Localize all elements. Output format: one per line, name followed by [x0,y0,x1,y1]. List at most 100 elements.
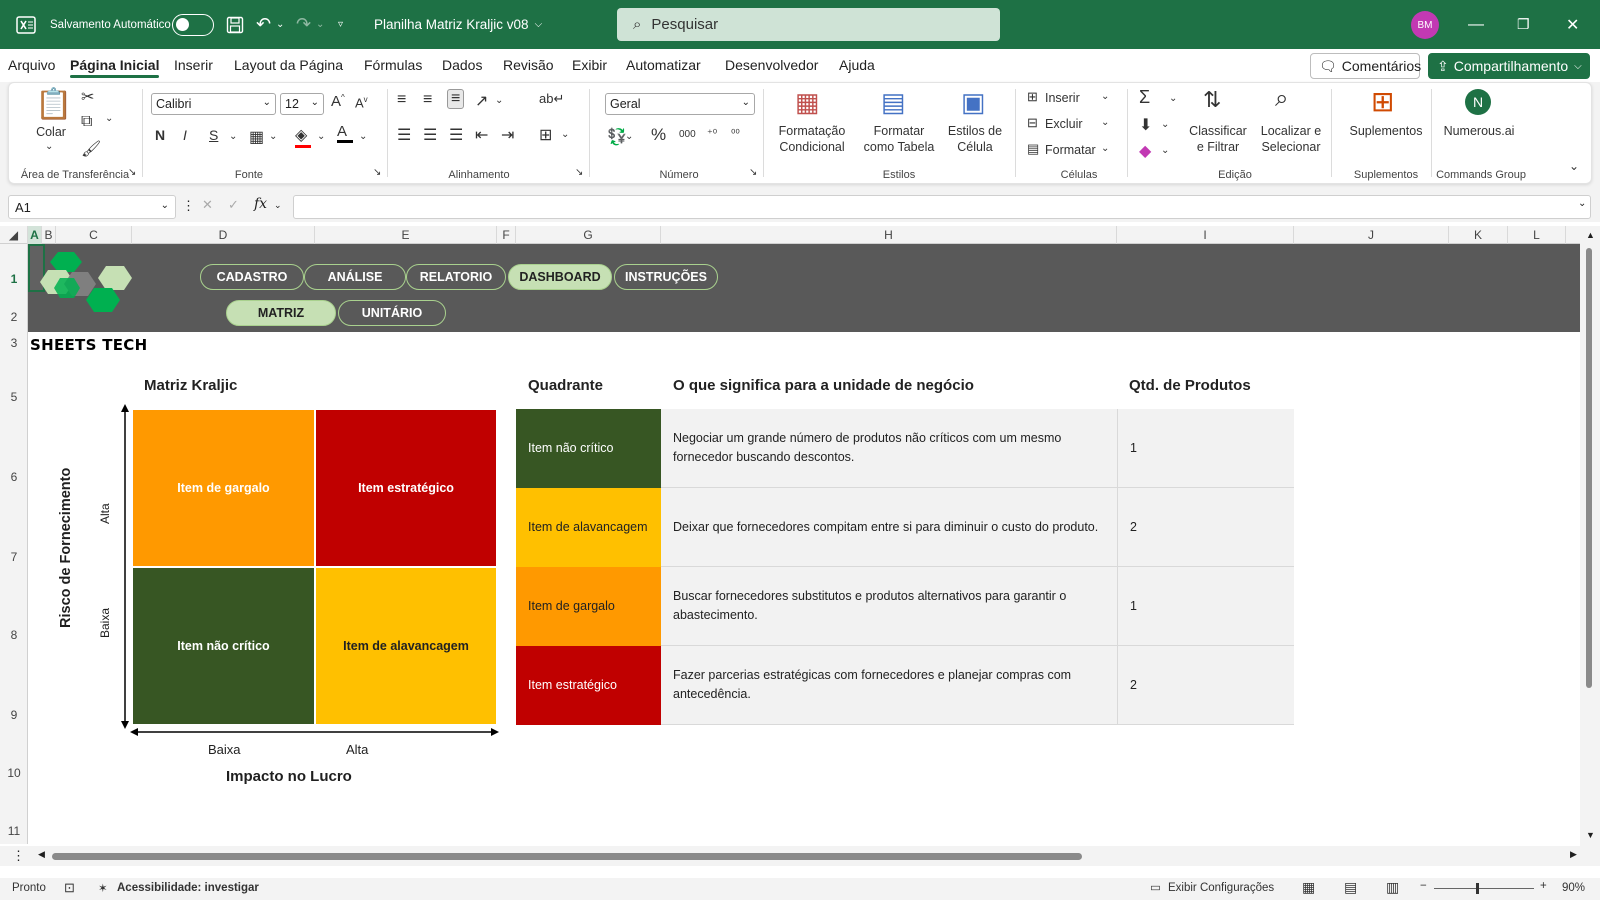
autosave-toggle[interactable] [172,0,214,49]
select-all-corner[interactable]: ◢ [0,226,28,244]
format-table-icon[interactable]: ▤ [881,87,906,118]
paste-icon[interactable]: 📋 [35,87,72,122]
macro-record-icon[interactable]: ⊡ [64,880,75,896]
cancel-icon[interactable]: ✕ [202,197,213,213]
decrease-font-icon[interactable]: Av [355,95,368,110]
cell-styles-icon[interactable]: ▣ [961,87,986,118]
merge-center-icon[interactable]: ⊞ [539,125,552,145]
decrease-indent-icon[interactable]: ⇤ [475,125,488,145]
increase-decimal-icon[interactable]: ⁺⁰ [707,127,717,140]
formula-input[interactable] [293,195,1591,219]
tab-exibir[interactable]: Exibir [572,57,607,73]
scroll-right-icon[interactable]: ▶ [1570,849,1577,860]
column-header[interactable]: A [28,226,42,244]
chevron-down-icon[interactable]: ⌄ [269,131,277,142]
vertical-scrollbar[interactable]: ▲ ▼ [1580,228,1600,846]
row-header[interactable]: 3 [0,336,28,350]
chevron-down-icon[interactable]: ⌄ [229,131,237,142]
page-break-icon[interactable]: ▥ [1386,879,1399,896]
format-as-table-button[interactable]: Formatar como Tabela [857,123,941,155]
horizontal-scroll-thumb[interactable] [52,853,1082,860]
nav-instrucoes-button[interactable]: INSTRUÇÕES [614,264,718,290]
align-right-icon[interactable]: ☰ [449,125,463,145]
format-cells-button[interactable]: Formatar [1045,142,1096,158]
chevron-down-icon[interactable]: ⌄ [625,131,633,142]
numerous-ai-button[interactable]: Numerous.ai [1437,123,1521,139]
font-name-select[interactable]: Calibri ⌄ [151,93,276,115]
column-header[interactable]: K [1449,226,1508,244]
font-size-select[interactable]: 12 ⌄ [280,93,324,115]
scroll-left-icon[interactable]: ◀ [38,849,45,860]
chevron-down-icon[interactable]: ⌄ [1161,145,1169,156]
italic-icon[interactable]: I [183,127,187,143]
column-header[interactable]: D [132,226,315,244]
autosum-icon[interactable]: Σ [1139,87,1150,108]
row-header[interactable]: 7 [0,550,28,564]
format-cells-icon[interactable]: ▤ [1027,141,1039,157]
percent-icon[interactable]: % [651,125,666,145]
tab-pagina-inicial[interactable]: Página Inicial [70,57,160,78]
confirm-icon[interactable]: ✓ [228,197,239,213]
dialog-launcher-icon[interactable]: ↘ [575,167,583,178]
underline-icon[interactable]: S [209,127,218,143]
currency-icon[interactable]: 💱 [607,127,627,147]
numerous-ai-icon[interactable]: N [1465,89,1491,115]
row-header[interactable]: 5 [0,390,28,404]
row-header[interactable]: 9 [0,708,28,722]
sort-filter-icon[interactable]: ⇅ [1203,87,1221,113]
expand-formula-icon[interactable]: ⌄ [1578,198,1586,209]
excel-icon[interactable] [16,0,36,49]
chevron-down-icon[interactable]: ⌄ [274,200,282,211]
zoom-in-icon[interactable]: + [1540,880,1547,892]
nav-cadastro-button[interactable]: CADASTRO [200,264,304,290]
align-center-icon[interactable]: ☰ [423,125,437,145]
page-layout-icon[interactable]: ▤ [1344,879,1357,896]
tab-arquivo[interactable]: Arquivo [8,57,55,73]
paste-button[interactable]: Colar [31,124,71,140]
font-color-icon[interactable]: A [337,123,353,143]
file-name[interactable]: Planilha Matriz Kraljic v08 ⌵ [374,0,542,49]
insert-function-icon[interactable]: fx [254,196,267,212]
zoom-out-icon[interactable]: − [1420,880,1427,892]
tab-inserir[interactable]: Inserir [174,57,213,73]
redo-icon[interactable]: ↷ [296,0,311,49]
row-header[interactable]: 11 [0,824,28,838]
avatar[interactable]: BM [1411,11,1439,39]
vertical-scroll-thumb[interactable] [1586,248,1592,688]
format-painter-icon[interactable]: 🖌 [81,139,101,159]
close-icon[interactable]: ✕ [1566,0,1579,49]
chevron-down-icon[interactable]: ⌄ [1101,117,1109,128]
fill-color-icon[interactable]: ◈ [295,125,311,148]
sort-filter-button[interactable]: Classificar e Filtrar [1185,123,1251,155]
accessibility-status[interactable]: Acessibilidade: investigar [117,882,259,894]
tab-layout[interactable]: Layout da Página [234,57,343,73]
nav-unitario-button[interactable]: UNITÁRIO [338,300,446,326]
addins-button[interactable]: Suplementos [1339,123,1433,139]
chevron-down-icon[interactable]: ⌄ [1101,91,1109,102]
align-middle-icon[interactable]: ≡ [423,91,432,109]
wrap-text-icon[interactable]: ab↵ [539,91,564,107]
column-header[interactable]: H [661,226,1117,244]
redo-dropdown-icon[interactable]: ⌄ [316,0,324,49]
delete-cells-icon[interactable]: ⊟ [1027,115,1038,131]
chevron-down-icon[interactable]: ⌄ [359,131,367,142]
nav-dashboard-button[interactable]: DASHBOARD [508,264,612,290]
more-options-icon[interactable]: ⋮ [182,198,195,214]
chevron-down-icon[interactable]: ⌄ [1161,119,1169,130]
tab-dados[interactable]: Dados [442,57,482,73]
nav-matriz-button[interactable]: MATRIZ [226,300,336,326]
column-header[interactable]: G [516,226,661,244]
minimize-icon[interactable]: — [1468,0,1484,49]
collapse-ribbon-icon[interactable]: ⌄ [1569,159,1579,173]
chevron-down-icon[interactable]: ⌄ [1169,93,1177,104]
scroll-up-icon[interactable]: ▲ [1586,230,1595,240]
save-icon[interactable] [226,0,244,49]
nav-relatorio-button[interactable]: RELATORIO [406,264,506,290]
comments-button[interactable]: 🗨 Comentários [1310,53,1421,79]
orientation-icon[interactable]: ↗ [475,91,488,111]
find-select-button[interactable]: Localizar e Selecionar [1251,123,1331,155]
column-header[interactable]: F [497,226,516,244]
zoom-slider[interactable] [1434,888,1534,889]
align-top-icon[interactable]: ≡ [397,91,406,109]
conditional-format-button[interactable]: Formatação Condicional [767,123,857,155]
